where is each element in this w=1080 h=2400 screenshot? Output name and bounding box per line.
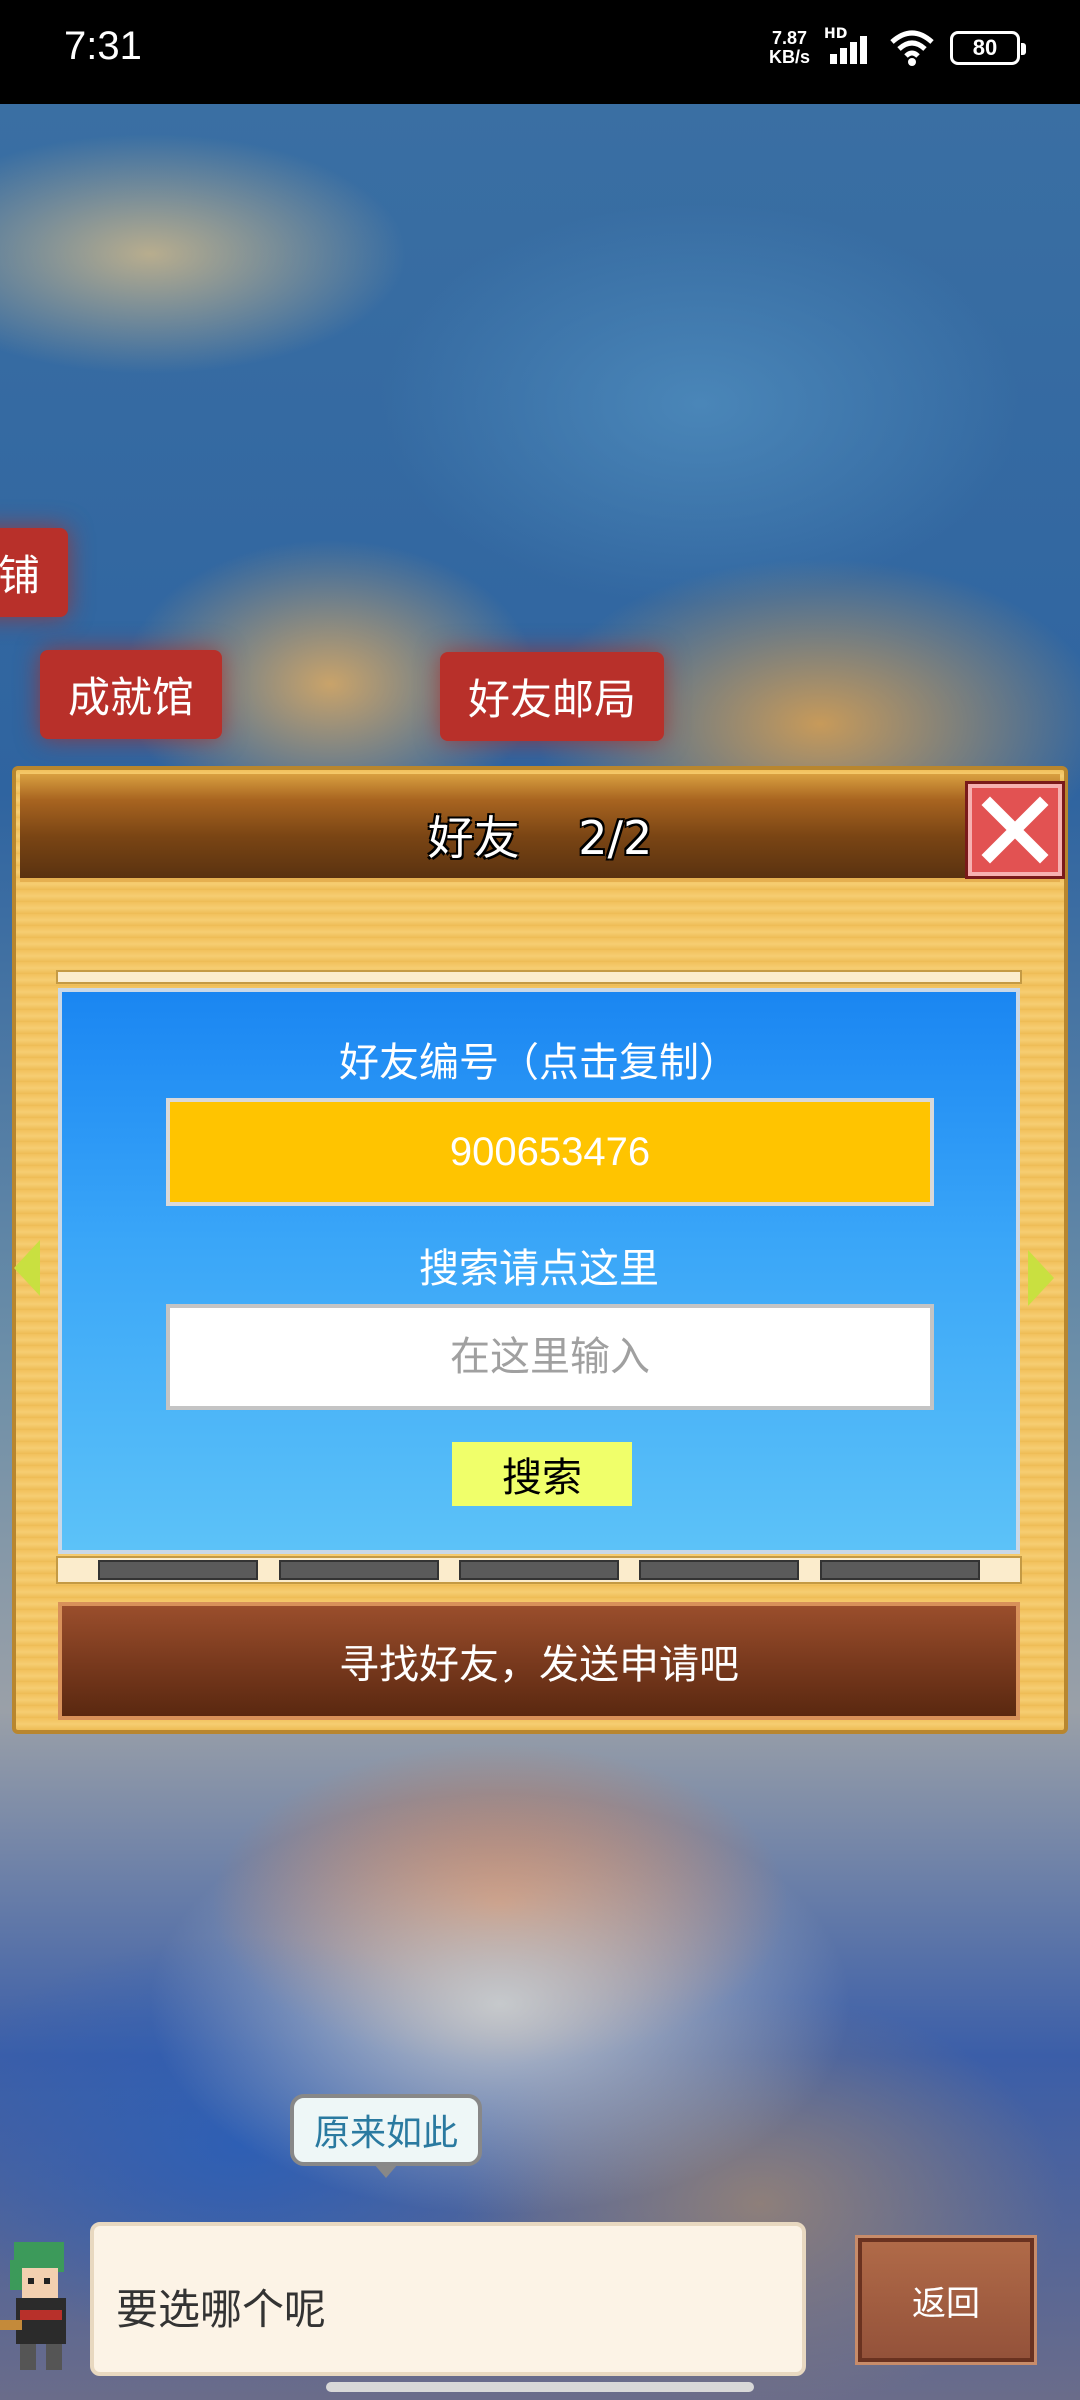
friend-panel: 好友编号（点击复制） 900653476 搜索请点这里 搜索	[58, 988, 1020, 1554]
page-tabs	[56, 1556, 1022, 1584]
character-avatar-icon	[0, 2242, 66, 2370]
network-speed: 7.87 KB/s	[769, 29, 810, 67]
battery-level: 80	[972, 35, 998, 60]
previous-page-arrow-icon[interactable]	[14, 1240, 40, 1296]
find-friends-hint: 寻找好友，发送申请吧	[58, 1602, 1020, 1720]
close-icon	[981, 796, 1049, 864]
achievement-hall-label: 成就馆	[40, 650, 223, 739]
shop-label-partial: 铺	[0, 528, 69, 617]
hd-label: HD	[824, 26, 848, 42]
close-button[interactable]	[965, 781, 1065, 879]
battery-icon: 80	[950, 31, 1026, 65]
status-time: 7:31	[64, 24, 142, 68]
friend-post-office-label: 好友邮局	[440, 652, 665, 741]
status-bar: 7:31 7.87 KB/s HD 80	[0, 0, 1080, 104]
page-tab-5[interactable]	[819, 1560, 980, 1580]
wifi-icon	[890, 30, 934, 66]
page-tab-3[interactable]	[458, 1560, 619, 1580]
friend-id-copy-button[interactable]: 900653476	[166, 1098, 934, 1206]
back-button[interactable]: 返回	[855, 2235, 1037, 2365]
speech-bubble: 原来如此	[290, 2094, 482, 2178]
search-label: 搜索请点这里	[419, 1246, 659, 1292]
friend-id-label: 好友编号（点击复制）	[339, 1040, 739, 1086]
tabs-strip-top	[56, 970, 1022, 984]
dialogue-box: 要选哪个呢	[90, 2222, 806, 2376]
navigation-handle[interactable]	[326, 2382, 754, 2392]
network-speed-unit: KB/s	[768, 47, 810, 67]
search-button[interactable]: 搜索	[452, 1442, 632, 1506]
dialog-title: 好友 2/2	[427, 811, 653, 865]
dialog-header: 好友 2/2	[20, 774, 1065, 882]
status-icons: 7.87 KB/s HD 80	[769, 26, 1026, 68]
dialogue-text: 要选哪个呢	[116, 2285, 327, 2334]
page-tab-2[interactable]	[278, 1560, 439, 1580]
page-tab-4[interactable]	[639, 1560, 800, 1580]
friend-search-input[interactable]	[166, 1304, 934, 1410]
network-speed-value: 7.87	[771, 28, 808, 48]
page-tab-1[interactable]	[98, 1560, 259, 1580]
cellular-signal-icon: HD	[824, 26, 874, 66]
next-page-arrow-icon[interactable]	[1028, 1250, 1054, 1306]
